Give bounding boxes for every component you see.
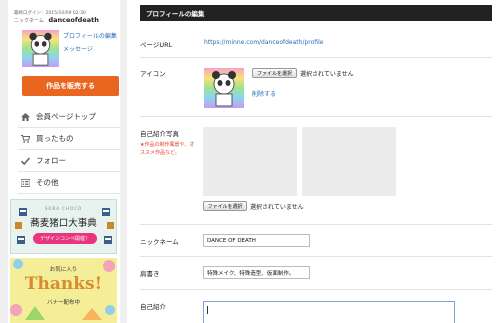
banner-thanks-text: Thanks!	[24, 274, 103, 294]
intro-photo-label: 自己紹介写真	[140, 130, 179, 138]
check-icon	[18, 156, 32, 165]
sidebar-nickname-row: ニックネーム danceofdeath	[14, 16, 99, 24]
nickname-label: ニックネーム	[14, 18, 44, 24]
banner-pill: デザインコンペ開催！	[33, 233, 97, 244]
banner-sub-text: バナー配布中	[46, 300, 80, 306]
divider	[140, 289, 492, 290]
menu-item-label: 買ったもの	[36, 134, 74, 143]
sidebar-nickname: danceofdeath	[48, 16, 99, 24]
thanks-banner[interactable]: お気に入り Thanks! バナー配布中	[10, 258, 117, 323]
list-icon	[18, 178, 32, 187]
cart-icon	[18, 134, 32, 143]
intro-photo-slot-2[interactable]	[302, 127, 396, 196]
profile-icon-preview	[204, 68, 244, 108]
page-url-label: ページURL	[140, 41, 173, 49]
icon-label: アイコン	[140, 70, 166, 78]
menu-item-label: その他	[36, 178, 59, 187]
sidebar: 最終ログイン：2015/10/09 02:30 ニックネーム danceofde…	[8, 0, 120, 323]
banner-fav-text: お気に入り	[49, 267, 78, 273]
title-field-label: 肩書き	[140, 270, 160, 278]
intro-textarea[interactable]	[203, 301, 455, 323]
divider	[140, 116, 492, 117]
home-icon	[18, 112, 32, 121]
divider	[140, 256, 492, 257]
intro-field-label: 自己紹介	[140, 303, 166, 311]
menu-item-member-top[interactable]: 会員ページトップ	[18, 106, 120, 128]
banner-title: 蕎麦猪口大事典	[30, 218, 97, 229]
nickname-input[interactable]: DANCE OF DEATH	[203, 234, 310, 247]
icon-no-file-text: 選択されていません	[300, 71, 354, 78]
menu-item-other[interactable]: その他	[18, 172, 120, 194]
title-input[interactable]: 特殊メイク、特殊造型、仮面制作。	[203, 266, 310, 279]
icon-choose-file-button[interactable]: ファイルを選択	[252, 68, 297, 78]
divider	[140, 57, 492, 58]
soba-choco-banner[interactable]: SOBA CHOCO 蕎麦猪口大事典 デザインコンペ開催！	[10, 199, 117, 254]
profile-edit-link[interactable]: プロフィールの編集	[63, 31, 117, 40]
intro-photo-note: ★作品の制作風景や、オススメ作品など。	[140, 142, 195, 156]
divider	[140, 224, 492, 225]
menu-item-follow[interactable]: フォロー	[18, 150, 120, 172]
main-panel: プロフィールの編集 ページURL https://minne.com/dance…	[127, 0, 500, 323]
banner-small-text: SOBA CHOCO	[44, 206, 83, 211]
messages-link[interactable]: メッセージ	[63, 44, 93, 53]
menu-item-label: フォロー	[36, 156, 66, 165]
page-title: プロフィールの編集	[140, 5, 492, 21]
sell-button[interactable]: 作品を販売する	[22, 76, 119, 96]
photo-choose-file-button[interactable]: ファイルを選択	[203, 201, 247, 211]
icon-delete-link[interactable]: 削除する	[252, 89, 276, 98]
photo-no-file-text: 選択されていません	[250, 204, 304, 211]
menu-item-label: 会員ページトップ	[36, 112, 96, 121]
profile-url-link[interactable]: https://minne.com/danceofdeath/profile	[204, 39, 323, 46]
menu-item-purchases[interactable]: 買ったもの	[18, 128, 120, 150]
nickname-field-label: ニックネーム	[140, 238, 179, 246]
intro-photo-slot-1[interactable]	[203, 127, 297, 196]
member-menu: 会員ページトップ 買ったもの フォロー その他	[18, 106, 120, 194]
text-caret	[207, 306, 208, 314]
user-avatar[interactable]	[22, 30, 59, 67]
